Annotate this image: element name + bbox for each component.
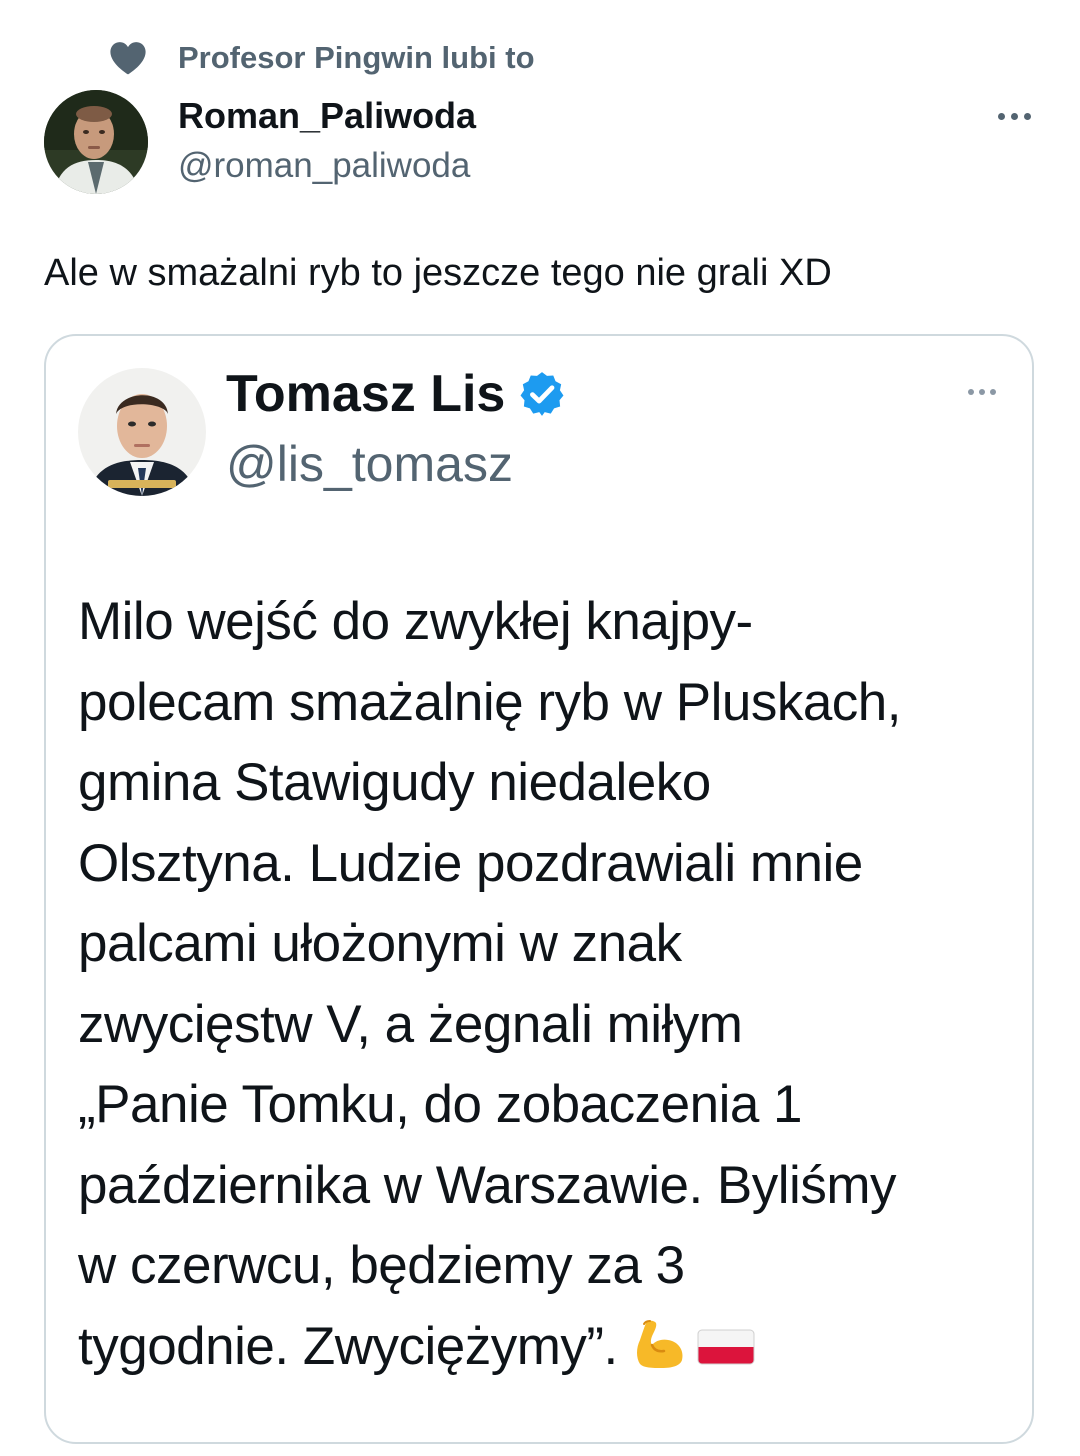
verified-badge-icon — [517, 369, 567, 419]
quoted-more-icon[interactable] — [960, 380, 1004, 404]
quoted-line: października w Warszawie. Byliśmy — [78, 1155, 896, 1215]
flexed-biceps-icon — [636, 1319, 683, 1368]
author-avatar[interactable] — [44, 90, 148, 194]
heart-icon — [108, 38, 148, 78]
flag-poland-icon — [697, 1329, 755, 1364]
author-handle[interactable]: @roman_paliwoda — [178, 144, 470, 188]
tweet-text: Ale w smażalni ryb to jeszcze tego nie g… — [44, 252, 832, 294]
quoted-tweet-card[interactable]: Tomasz Lis @lis_tomasz Milo wejść do zwy… — [44, 334, 1034, 1444]
author-name[interactable]: Roman_Paliwoda — [178, 94, 476, 138]
quoted-tweet-body: Milo wejść do zwykłej knajpy- polecam sm… — [78, 582, 1018, 1393]
quoted-emojis — [632, 1313, 756, 1394]
quoted-author-avatar[interactable] — [78, 368, 206, 496]
quoted-line: Milo wejść do zwykłej knajpy- — [78, 592, 753, 651]
quoted-author-name[interactable]: Tomasz Lis — [226, 362, 505, 426]
quoted-line: gmina Stawigudy niedaleko — [78, 753, 711, 812]
social-context — [108, 38, 148, 78]
quoted-author-name-row: Tomasz Lis — [226, 362, 567, 426]
quoted-line: polecam smażalnię ryb w Pluskach, — [78, 672, 902, 732]
quoted-author-handle[interactable]: @lis_tomasz — [226, 432, 513, 496]
quoted-line: w czerwcu, będziemy za 3 — [78, 1236, 685, 1295]
quoted-line: palcami ułożonymi w znak — [78, 914, 682, 973]
more-icon[interactable] — [986, 96, 1042, 136]
quoted-line-text: tygodnie. Zwyciężymy”. — [78, 1316, 618, 1376]
liked-by-text[interactable]: Profesor Pingwin lubi to — [178, 38, 535, 78]
quoted-line: zwycięstw V, a żegnali miłym — [78, 994, 743, 1054]
quoted-line: „Panie Tomku, do zobaczenia 1 — [78, 1075, 803, 1134]
quoted-last-line: tygodnie. Zwyciężymy”. — [78, 1307, 1018, 1394]
quoted-line: Olsztyna. Ludzie pozdrawiali mnie — [78, 833, 863, 893]
